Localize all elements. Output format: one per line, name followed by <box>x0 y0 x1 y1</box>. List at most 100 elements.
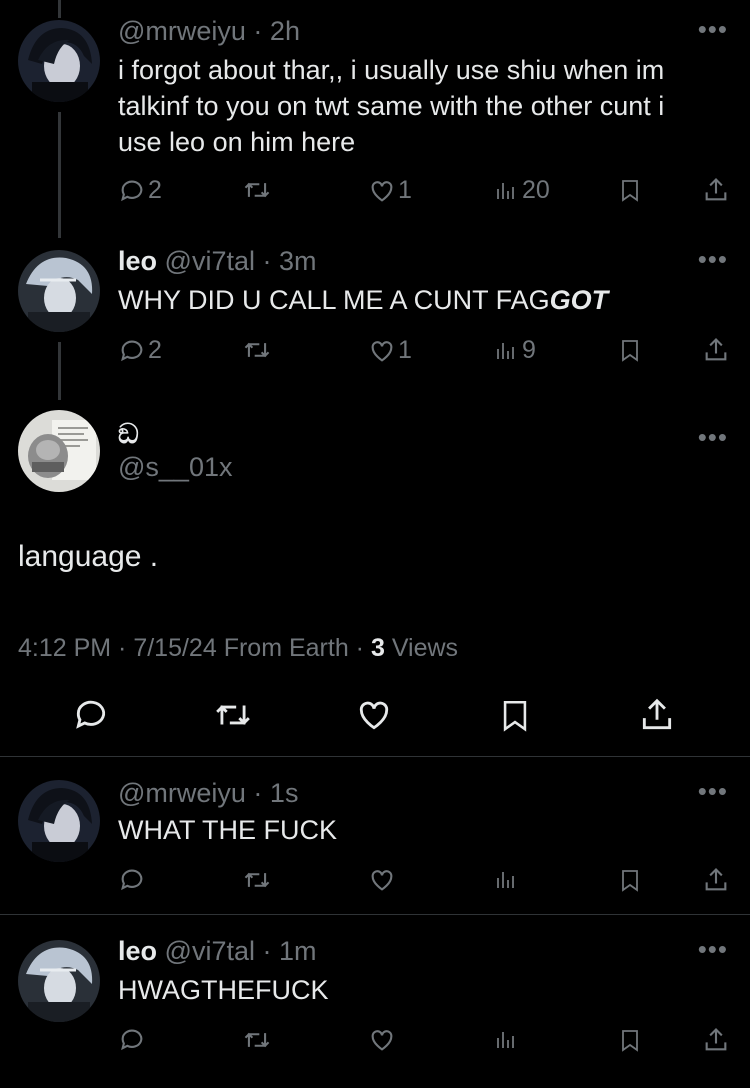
repost-button[interactable] <box>242 176 272 204</box>
like-button[interactable] <box>368 866 396 894</box>
repost-icon <box>244 1032 270 1048</box>
post-timestamp[interactable]: 4:12 PM · 7/15/24 From Earth · 3 Views <box>18 634 458 663</box>
tweet-text: language . <box>18 540 159 573</box>
thread-line-top <box>58 0 61 18</box>
views-button[interactable] <box>494 1026 518 1054</box>
more-icon[interactable]: ••• <box>698 244 728 275</box>
reply-button[interactable] <box>118 866 146 894</box>
views-label: Views <box>391 634 459 662</box>
bookmark-icon <box>503 700 527 732</box>
bookmark-button[interactable] <box>618 336 642 364</box>
share-button[interactable] <box>702 176 730 204</box>
reply-count: 2 <box>148 336 162 364</box>
like-button[interactable] <box>368 1026 396 1054</box>
share-button[interactable] <box>638 696 676 734</box>
display-name[interactable]: leo <box>118 936 157 966</box>
timestamp[interactable]: 2h <box>270 16 300 46</box>
repost-button[interactable] <box>242 336 272 364</box>
divider <box>0 756 750 757</box>
reply-icon <box>121 869 143 891</box>
timestamp[interactable]: 1m <box>279 936 317 966</box>
repost-button[interactable] <box>242 1026 272 1054</box>
divider <box>0 914 750 915</box>
views-icon <box>497 872 514 888</box>
tweet-text: WHY DID U CALL ME A CUNT FAGGOT <box>118 285 609 315</box>
views-button[interactable]: 20 <box>494 176 550 205</box>
like-icon <box>371 1030 393 1051</box>
thread-line-1 <box>58 112 61 238</box>
share-icon <box>705 178 727 201</box>
bookmark-icon <box>622 1030 638 1052</box>
thread-line-2 <box>58 342 61 400</box>
share-icon <box>705 338 727 361</box>
bookmark-icon <box>622 870 638 892</box>
reply-count: 2 <box>148 176 162 204</box>
tweet-meta: @mrweiyu · 1s <box>118 778 299 808</box>
views-count: 9 <box>522 336 536 364</box>
handle[interactable]: @vi7tal <box>165 936 255 966</box>
handle[interactable]: @vi7tal <box>165 246 255 276</box>
share-icon <box>642 698 672 730</box>
like-button[interactable]: 1 <box>368 176 412 205</box>
bookmark-icon <box>622 340 638 362</box>
share-button[interactable] <box>702 1026 730 1054</box>
timestamp[interactable]: 1s <box>270 778 299 808</box>
avatar[interactable] <box>18 20 100 102</box>
repost-button[interactable] <box>242 866 272 894</box>
post-time: 4:12 PM <box>18 634 112 662</box>
like-icon <box>359 701 389 730</box>
more-icon[interactable]: ••• <box>698 14 728 45</box>
reply-icon <box>121 340 143 361</box>
handle[interactable]: @mrweiyu <box>118 16 246 46</box>
share-icon <box>705 868 727 891</box>
more-icon[interactable]: ••• <box>698 934 728 965</box>
views-icon <box>497 1032 514 1048</box>
repost-button[interactable] <box>212 696 254 734</box>
display-name[interactable]: leo <box>118 246 157 276</box>
repost-icon <box>244 342 270 358</box>
tweet-text: WHAT THE FUCK <box>118 815 338 845</box>
tweet-meta: @mrweiyu · 2h <box>118 16 300 46</box>
reply-button[interactable] <box>72 696 110 734</box>
like-icon <box>371 180 393 202</box>
like-icon <box>371 870 393 891</box>
reply-button[interactable]: 2 <box>118 336 162 365</box>
views-button[interactable] <box>494 866 518 894</box>
avatar[interactable] <box>18 250 100 332</box>
avatar[interactable] <box>18 410 100 492</box>
like-count: 1 <box>398 336 412 364</box>
handle[interactable]: @mrweiyu <box>118 778 246 808</box>
tweet-meta: leo @vi7tal · 3m <box>118 246 317 276</box>
like-button[interactable] <box>355 696 393 734</box>
post-source: From Earth <box>223 634 349 662</box>
post-date: 7/15/24 <box>133 634 217 662</box>
like-count: 1 <box>398 176 412 204</box>
like-icon <box>371 340 393 362</box>
handle[interactable]: @s__01x <box>118 452 232 483</box>
author-name[interactable]: ඞ <box>118 418 139 451</box>
bookmark-icon <box>622 180 638 202</box>
avatar[interactable] <box>18 940 100 1022</box>
avatar[interactable] <box>18 780 100 862</box>
more-icon[interactable]: ••• <box>698 776 728 807</box>
share-button[interactable] <box>702 336 730 364</box>
views-icon <box>497 342 514 359</box>
share-icon <box>705 1028 727 1051</box>
repost-icon <box>244 872 270 888</box>
bookmark-button[interactable] <box>618 176 642 204</box>
like-button[interactable]: 1 <box>368 336 412 365</box>
tweet-meta: leo @vi7tal · 1m <box>118 936 317 966</box>
reply-icon <box>121 1029 143 1051</box>
timestamp[interactable]: 3m <box>279 246 317 276</box>
bookmark-button[interactable] <box>618 866 642 894</box>
reply-icon <box>121 180 143 201</box>
more-icon[interactable]: ••• <box>698 422 728 453</box>
bookmark-button[interactable] <box>498 696 532 734</box>
tweet-text: HWAGTHEFUCK <box>118 975 329 1005</box>
views-count: 3 <box>370 634 385 662</box>
bookmark-button[interactable] <box>618 1026 642 1054</box>
views-button[interactable]: 9 <box>494 336 536 365</box>
reply-button[interactable]: 2 <box>118 176 162 205</box>
reply-button[interactable] <box>118 1026 146 1054</box>
share-button[interactable] <box>702 866 730 894</box>
